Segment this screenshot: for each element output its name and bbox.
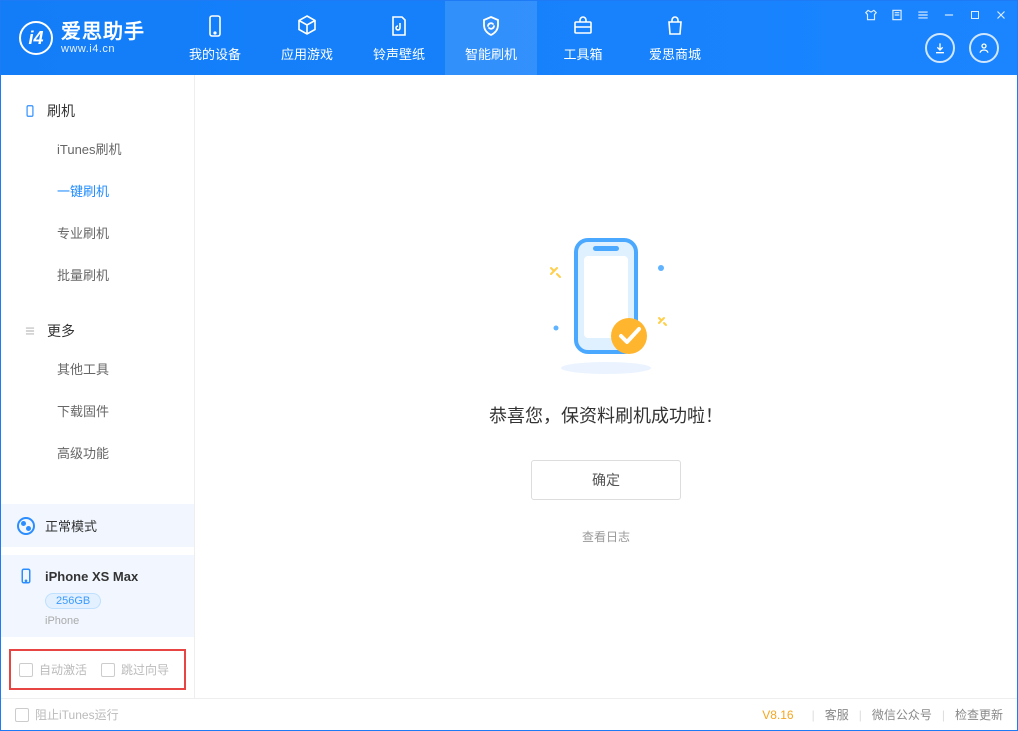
download-icon	[932, 40, 948, 56]
tab-device[interactable]: 我的设备	[169, 1, 261, 75]
view-log-link[interactable]: 查看日志	[582, 528, 630, 545]
success-illustration	[521, 228, 691, 378]
checkbox-skip-guide[interactable]: 跳过向导	[101, 661, 169, 678]
checkbox-icon	[101, 663, 115, 677]
app-name: 爱思助手	[61, 21, 145, 43]
header-actions	[925, 33, 999, 63]
device-type: iPhone	[45, 615, 178, 627]
device-info[interactable]: iPhone XS Max 256GB iPhone	[1, 555, 194, 637]
footer-link-wechat[interactable]: 微信公众号	[872, 706, 932, 723]
device-phone-icon	[17, 567, 35, 585]
confirm-button[interactable]: 确定	[531, 460, 681, 500]
user-icon	[976, 40, 992, 56]
success-message: 恭喜您，保资料刷机成功啦！	[489, 402, 723, 428]
menu-button[interactable]	[915, 7, 931, 23]
close-icon	[994, 8, 1008, 22]
sidebar-item-advanced[interactable]: 高级功能	[1, 435, 194, 473]
footer: 阻止iTunes运行 V8.16 | 客服 | 微信公众号 | 检查更新	[1, 698, 1017, 730]
section-more-title: 更多	[1, 313, 194, 351]
tab-store[interactable]: 爱思商城	[629, 1, 721, 75]
phone-icon	[203, 14, 227, 38]
maximize-icon	[969, 9, 981, 21]
device-mode[interactable]: 正常模式	[1, 504, 194, 547]
tab-ringtone[interactable]: 铃声壁纸	[353, 1, 445, 75]
phone-success-icon	[521, 228, 691, 378]
app-window: i4 爱思助手 www.i4.cn 我的设备 应用游戏 铃声壁纸 智能刷机	[0, 0, 1018, 731]
maximize-button[interactable]	[967, 7, 983, 23]
logo-icon: i4	[19, 21, 53, 55]
checkbox-block-itunes[interactable]: 阻止iTunes运行	[15, 706, 119, 723]
note-icon	[890, 8, 904, 22]
checkbox-icon	[19, 663, 33, 677]
device-capacity: 256GB	[45, 593, 101, 609]
download-button[interactable]	[925, 33, 955, 63]
sidebar-item-itunes-flash[interactable]: iTunes刷机	[1, 131, 194, 169]
menu-icon	[916, 8, 930, 22]
version-label: V8.16	[762, 708, 793, 722]
sidebar-item-oneclick-flash[interactable]: 一键刷机	[1, 173, 194, 211]
music-file-icon	[387, 14, 411, 38]
main-content: 恭喜您，保资料刷机成功啦！ 确定 查看日志	[195, 75, 1017, 698]
minimize-button[interactable]	[941, 7, 957, 23]
close-button[interactable]	[993, 7, 1009, 23]
main-tabs: 我的设备 应用游戏 铃声壁纸 智能刷机 工具箱 爱思商城	[169, 1, 721, 75]
window-controls	[863, 7, 1009, 23]
tab-toolbox[interactable]: 工具箱	[537, 1, 629, 75]
app-url: www.i4.cn	[61, 43, 145, 55]
mode-icon	[17, 517, 35, 535]
account-button[interactable]	[969, 33, 999, 63]
bag-icon	[663, 14, 687, 38]
footer-link-update[interactable]: 检查更新	[955, 706, 1003, 723]
header: i4 爱思助手 www.i4.cn 我的设备 应用游戏 铃声壁纸 智能刷机	[1, 1, 1017, 75]
list-icon	[23, 324, 37, 338]
minimize-icon	[942, 8, 956, 22]
sidebar-item-batch-flash[interactable]: 批量刷机	[1, 257, 194, 295]
shirt-icon	[864, 8, 878, 22]
options-row: 自动激活 跳过向导	[9, 649, 186, 690]
toolbox-icon	[571, 14, 595, 38]
checkbox-icon	[15, 708, 29, 722]
body: 刷机 iTunes刷机 一键刷机 专业刷机 批量刷机 更多 其	[1, 75, 1017, 698]
checkbox-auto-activate[interactable]: 自动激活	[19, 661, 87, 678]
shield-refresh-icon	[479, 14, 503, 38]
sidebar-item-other-tools[interactable]: 其他工具	[1, 351, 194, 389]
app-logo: i4 爱思助手 www.i4.cn	[1, 1, 159, 75]
tab-flash[interactable]: 智能刷机	[445, 1, 537, 75]
skin-button[interactable]	[863, 7, 879, 23]
section-flash-title: 刷机	[1, 93, 194, 131]
sidebar: 刷机 iTunes刷机 一键刷机 专业刷机 批量刷机 更多 其	[1, 75, 195, 698]
feedback-button[interactable]	[889, 7, 905, 23]
cube-icon	[295, 14, 319, 38]
footer-link-support[interactable]: 客服	[825, 706, 849, 723]
phone-outline-icon	[23, 104, 37, 118]
sidebar-item-pro-flash[interactable]: 专业刷机	[1, 215, 194, 253]
device-name: iPhone XS Max	[45, 569, 138, 584]
sidebar-item-download-firmware[interactable]: 下载固件	[1, 393, 194, 431]
tab-apps[interactable]: 应用游戏	[261, 1, 353, 75]
